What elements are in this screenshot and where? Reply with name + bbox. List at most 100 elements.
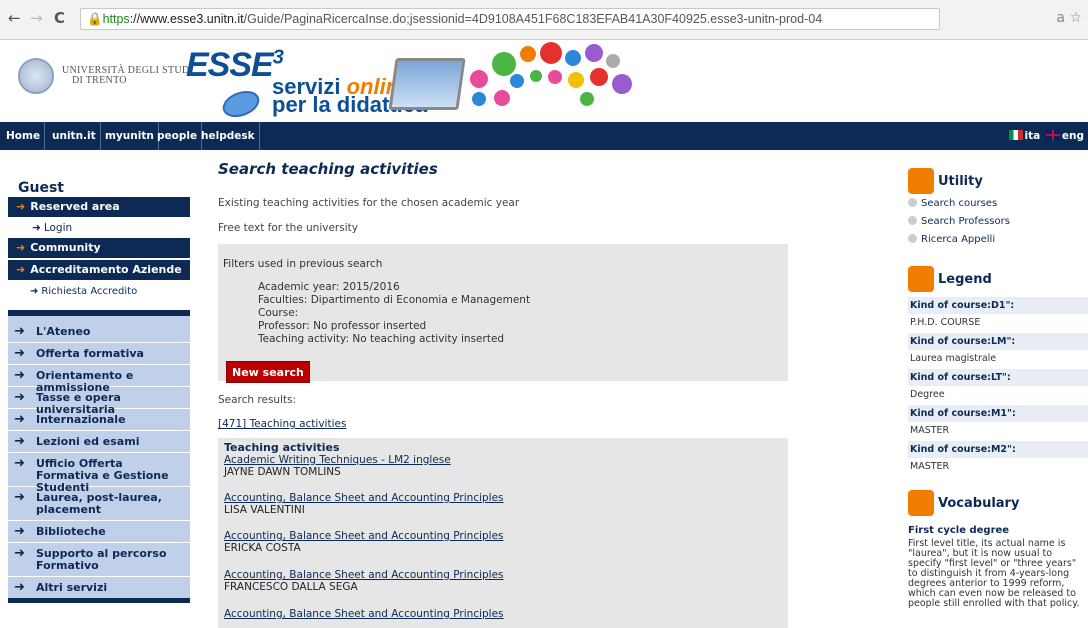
info-bubble-icon — [612, 74, 632, 94]
filter-activity: Teaching activity: No teaching activity … — [258, 333, 505, 345]
lang-eng[interactable]: eng — [1062, 130, 1084, 142]
app-bubble-icon — [510, 74, 524, 88]
legend-value: MASTER — [908, 422, 1088, 440]
url-host: ://www.esse3.unitn.it — [129, 12, 244, 26]
sidebar-richiesta[interactable]: ➜ Richiesta Accredito — [8, 283, 190, 301]
sidebar-item-tasse[interactable]: ➜ Tasse e opera universitaria — [8, 387, 190, 416]
legend-value: Laurea magistrale — [908, 350, 1088, 368]
app-bubble-icon — [568, 72, 584, 88]
results-header: Teaching activities — [224, 441, 340, 454]
book-icon — [908, 490, 934, 516]
filter-faculty: Faculties: Dipartimento di Economia e Ma… — [258, 294, 531, 306]
link-search-professors[interactable]: Search Professors — [908, 216, 1010, 227]
app-bubble-icon — [548, 70, 562, 84]
lock-icon: 🔒 — [87, 12, 103, 26]
sidebar-item-biblioteche[interactable]: ➜ Biblioteche — [8, 521, 190, 543]
filter-professor: Professor: No professor inserted — [258, 320, 427, 332]
nav-people[interactable]: people — [153, 122, 203, 150]
arrow-right-icon: ➜ — [14, 434, 25, 449]
top-navigation: Home unitn.it myunitn people helpdesk it… — [0, 122, 1088, 150]
result-teacher: JAYNE DAWN TOMLINS — [224, 466, 341, 478]
address-bar[interactable]: 🔒https://www.esse3.unitn.it/Guide/Pagina… — [80, 8, 940, 30]
sidebar-accreditamento[interactable]: ➜ Accreditamento Aziende — [8, 260, 190, 280]
app-bubble-icon — [540, 42, 562, 64]
legend-key: Kind of course:D1": — [908, 296, 1088, 314]
sidebar-item-orientamento[interactable]: ➜ Orientamento e ammissione — [8, 365, 190, 394]
app-bubble-icon — [530, 70, 542, 82]
url-path: /Guide/PaginaRicercaInse.do;jsessionid=4… — [243, 12, 823, 26]
result-course-link[interactable]: Accounting, Balance Sheet and Accounting… — [224, 530, 504, 542]
lang-ita[interactable]: ita — [1025, 130, 1041, 142]
page-title: Search teaching activities — [218, 160, 438, 178]
utility-icon — [908, 168, 934, 194]
link-ricerca-appelli[interactable]: Ricerca Appelli — [908, 234, 995, 245]
university-seal-icon[interactable] — [18, 58, 54, 94]
uk-flag-icon[interactable] — [1045, 130, 1060, 140]
site-banner: UNIVERSITÀ DEGLI STUDI DI TRENTO ESSE3 se… — [0, 40, 1088, 122]
arrow-right-icon: ➜ — [14, 456, 25, 471]
vocabulary-term: First cycle degree — [908, 525, 1010, 536]
arrow-right-icon: ➜ — [16, 241, 26, 254]
result-course-link[interactable]: Accounting, Balance Sheet and Accounting… — [224, 492, 504, 504]
result-course-link[interactable]: Accounting, Balance Sheet and Accounting… — [224, 569, 504, 581]
nav-home[interactable]: Home — [0, 122, 46, 150]
legend-key: Kind of course:LT": — [908, 368, 1088, 386]
result-course-link[interactable]: Accounting, Balance Sheet and Accounting… — [224, 608, 504, 620]
sidebar-footer-bar — [8, 598, 190, 603]
bullet-icon — [908, 234, 917, 243]
forward-icon[interactable]: → — [30, 9, 43, 27]
results-box: Teaching activities Academic Writing Tec… — [218, 438, 788, 628]
new-search-button[interactable]: New search — [226, 361, 310, 383]
sidebar-item-internazionale[interactable]: ➜ Internazionale — [8, 409, 190, 431]
pin-icon — [908, 266, 934, 292]
sidebar-item-lezioni[interactable]: ➜ Lezioni ed esami — [8, 431, 190, 453]
app-bubble-icon — [520, 46, 536, 62]
filter-course: Course: — [258, 307, 299, 319]
url-scheme: https — [102, 12, 130, 26]
arrow-right-icon: ➜ — [14, 412, 25, 427]
sidebar-item-altri[interactable]: ➜ Altri servizi — [8, 577, 190, 599]
sidebar-item-ateneo[interactable]: ➜ L'Ateneo — [8, 321, 190, 343]
sidebar-community[interactable]: ➜ Community — [8, 238, 190, 258]
legend-value: Degree — [908, 386, 1088, 404]
esse3-logo: ESSE3 — [186, 46, 284, 84]
sidebar-item-ufficio[interactable]: ➜ Ufficio Offerta Formativa e Gestione St… — [8, 453, 190, 494]
app-bubble-icon — [580, 92, 594, 106]
back-icon[interactable]: ← — [8, 9, 21, 27]
sidebar-item-laurea[interactable]: ➜ Laurea, post-laurea, placement — [8, 487, 190, 521]
arrow-right-icon: ➜ — [16, 263, 26, 276]
legend-key: Kind of course:M1": — [908, 404, 1088, 422]
arrow-right-icon: ➜ — [16, 200, 26, 213]
page-subtitle: Existing teaching activities for the cho… — [218, 197, 520, 209]
translate-icon[interactable]: a — [1056, 10, 1065, 26]
legend-value: P.H.D. COURSE — [908, 314, 1088, 332]
link-search-courses[interactable]: Search courses — [908, 198, 997, 209]
star-icon[interactable]: ☆ — [1069, 10, 1082, 26]
guest-heading: Guest — [18, 180, 64, 196]
reload-icon[interactable]: C — [54, 9, 65, 27]
main-content: Search teaching activities Existing teac… — [218, 160, 788, 628]
sidebar-item-supporto[interactable]: ➜ Supporto al percorso Formativo — [8, 543, 190, 577]
arrow-right-icon: ➜ — [14, 368, 25, 383]
sidebar-login[interactable]: ➜ Login — [8, 219, 190, 237]
arrow-right-icon: ➜ — [14, 490, 25, 505]
university-name[interactable]: UNIVERSITÀ DEGLI STUDI DI TRENTO — [62, 66, 193, 86]
app-bubble-icon — [565, 50, 581, 66]
app-bubble-icon — [590, 68, 608, 86]
result-teacher: ERICKA COSTA — [224, 542, 301, 554]
browser-toolbar: ← → C 🔒https://www.esse3.unitn.it/Guide/… — [0, 0, 1088, 40]
legend-key: Kind of course:M2": — [908, 440, 1088, 458]
nav-unitn[interactable]: unitn.it — [48, 122, 101, 150]
result-course-link[interactable]: Academic Writing Techniques - LM2 ingles… — [224, 454, 451, 466]
vocabulary-definition: First level title, its actual name is "l… — [908, 538, 1080, 609]
nav-myunitn[interactable]: myunitn — [101, 122, 159, 150]
results-count-link[interactable]: [471] Teaching activities — [218, 418, 346, 430]
arrow-right-icon: ➜ — [30, 286, 39, 297]
bullet-icon — [908, 198, 917, 207]
nav-helpdesk[interactable]: helpdesk — [197, 122, 260, 150]
sidebar-menu: ➜ L'Ateneo ➜ Offerta formativa ➜ Orientamen… — [8, 310, 190, 600]
sidebar-reserved-area[interactable]: ➜ Reserved area — [8, 197, 190, 217]
italian-flag-icon[interactable] — [1008, 130, 1023, 140]
arrow-right-icon: ➜ — [14, 324, 25, 339]
sidebar-item-offerta[interactable]: ➜ Offerta formativa — [8, 343, 190, 365]
